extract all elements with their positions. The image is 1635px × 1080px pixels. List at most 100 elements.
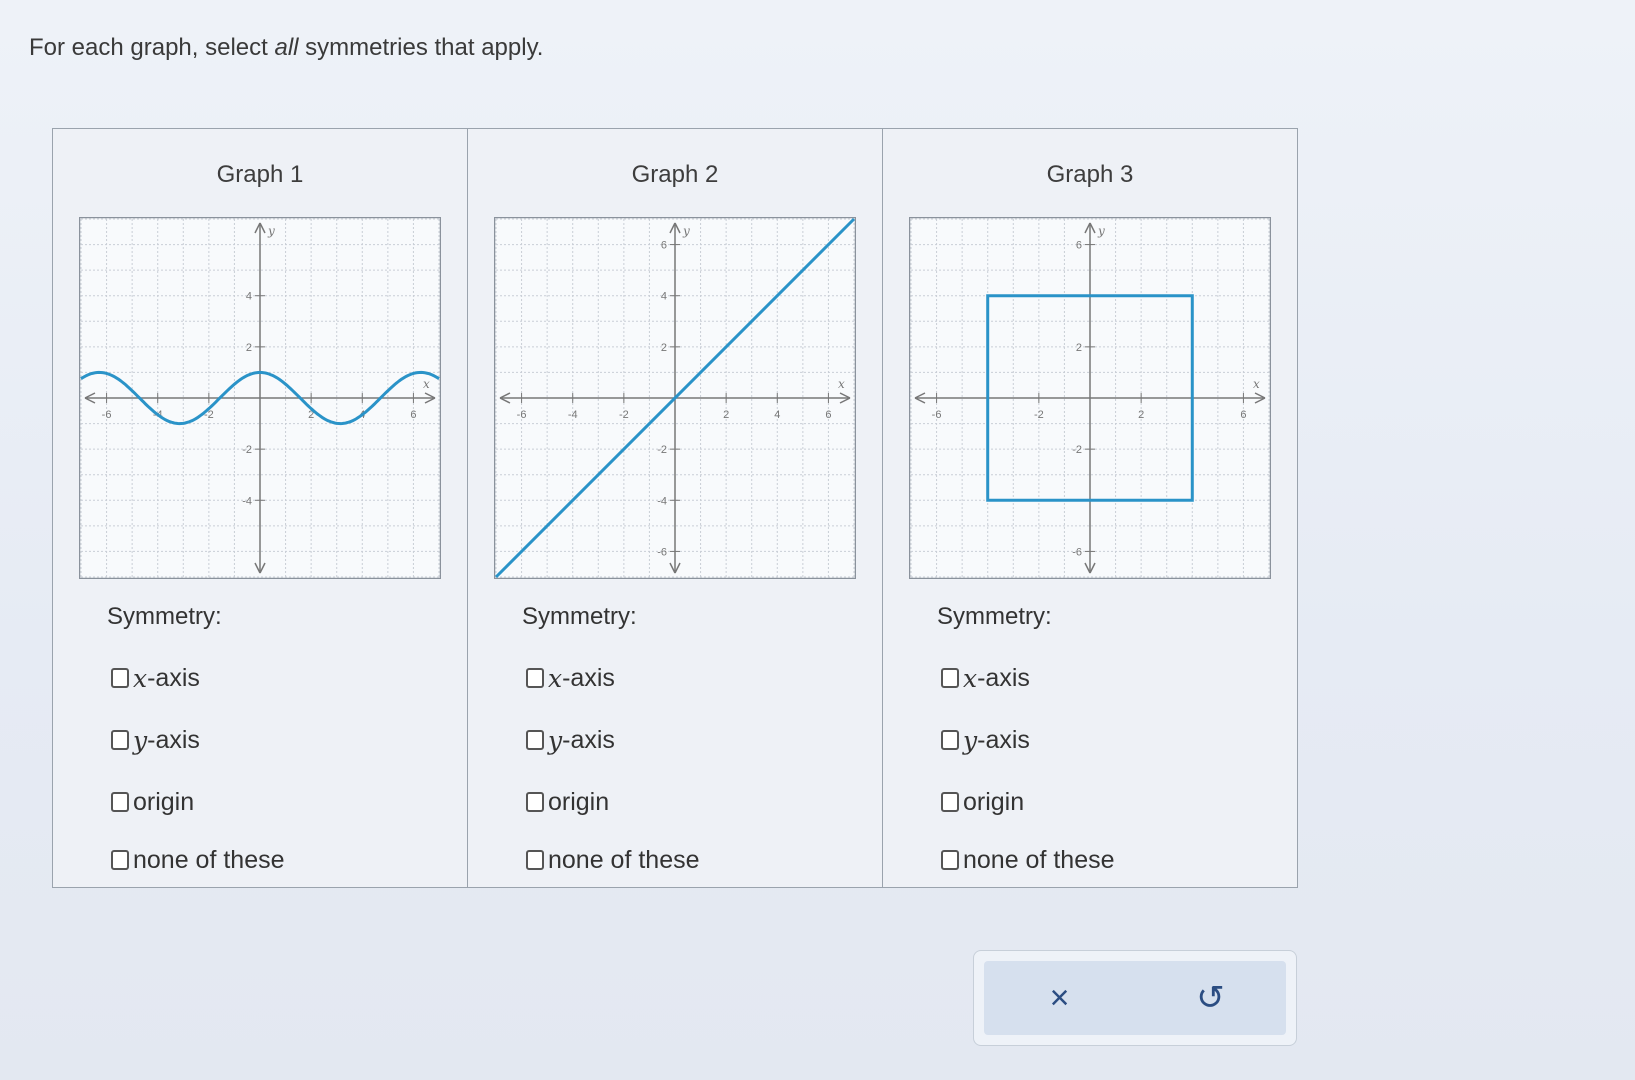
checkbox[interactable] [526,850,544,870]
y-axis-label: y [682,224,690,238]
checkbox[interactable] [526,730,544,750]
option-y-axis[interactable]: y -axis [941,723,1115,757]
instruction-before: For each graph, select [29,34,275,61]
symmetry-options: x -axis y -axis origin none of these [526,661,700,905]
checkbox[interactable] [941,730,959,750]
x-tick-label: -4 [568,409,578,421]
x-tick-label: 6 [1240,409,1246,421]
option-origin[interactable]: origin [941,785,1115,819]
x-tick-label: 2 [723,409,729,421]
checkbox[interactable] [111,792,129,812]
y-axis-label: y [267,224,275,238]
option-var: y [133,725,148,755]
graph-2-svg: -6 -4 -2 2 4 6 6 4 2 -2 -4 -6 x y [494,217,856,579]
instruction-emphasis: all [274,34,299,61]
instruction-after: symmetries that apply. [298,34,544,61]
option-label: -axis [977,725,1030,754]
graph-panel-1: Graph 1 -6 -4 -2 2 4 6 4 2 -2 -4 x y Symmetry: x -ax… [53,129,468,887]
option-var: y [963,725,978,755]
option-none[interactable]: none of these [526,843,700,877]
checkbox[interactable] [526,792,544,812]
y-tick-label: 4 [246,291,252,303]
y-tick-label: -4 [242,495,252,507]
graph-title: Graph 1 [216,161,304,188]
x-axis-label: x [838,377,845,391]
checkbox[interactable] [941,792,959,812]
symmetry-label: Symmetry: [522,603,637,630]
y-tick-label: -6 [1072,546,1082,558]
option-label: none of these [548,845,700,874]
graph-3-svg: -6 -2 2 6 6 2 -2 -6 x y [909,217,1271,579]
option-label: -axis [562,725,615,754]
y-axis-label: y [1097,224,1105,238]
close-icon: × [1049,978,1070,1017]
y-tick-label: -2 [657,444,667,456]
symmetry-options: x -axis y -axis origin none of these [941,661,1115,905]
symmetry-label: Symmetry: [937,603,1052,630]
x-axis-label: x [423,377,430,391]
x-tick-label: 4 [774,409,780,421]
y-tick-label: 4 [661,291,667,303]
option-none[interactable]: none of these [111,843,285,877]
y-tick-label: -4 [657,495,667,507]
option-x-axis[interactable]: x -axis [941,661,1115,695]
option-var: x [963,663,978,693]
graph-1-plot: -6 -4 -2 2 4 6 4 2 -2 -4 x y [79,217,441,579]
option-origin[interactable]: origin [111,785,285,819]
graph-2-plot: -6 -4 -2 2 4 6 6 4 2 -2 -4 -6 x y [494,217,856,579]
option-x-axis[interactable]: x -axis [526,661,700,695]
option-label: -axis [147,725,200,754]
x-tick-label: -6 [517,409,527,421]
graph-title: Graph 3 [1046,161,1134,188]
x-tick-label: 2 [1138,409,1144,421]
checkbox[interactable] [941,668,959,688]
graph-3-plot: -6 -2 2 6 6 2 -2 -6 x y [909,217,1271,579]
undo-button[interactable]: ↺ [1171,968,1251,1028]
checkbox[interactable] [111,668,129,688]
x-axis-label: x [1253,377,1260,391]
checkbox[interactable] [941,850,959,870]
graph-title: Graph 2 [631,161,719,188]
x-tick-label: 6 [825,409,831,421]
graph-1-svg: -6 -4 -2 2 4 642-2-4xy [79,217,441,579]
graph-panel-2: Graph 2 -6 -4 -2 2 4 6 6 4 2 -2 -4 -6 x y Symmetry: x… [468,129,883,887]
option-origin[interactable]: origin [526,785,700,819]
y-tick-label: -2 [242,444,252,456]
y-tick-label: -2 [1072,444,1082,456]
y-tick-label: 2 [1076,342,1082,354]
y-tick-label: 6 [661,240,667,252]
undo-icon: ↺ [1196,979,1225,1017]
clear-button[interactable]: × [1020,968,1100,1028]
option-none[interactable]: none of these [941,843,1115,877]
option-y-axis[interactable]: y -axis [526,723,700,757]
x-tick-label: -2 [1034,409,1044,421]
x-tick-label: 6 [410,409,416,421]
option-label: origin [963,787,1025,816]
graph-panels: Graph 1 -6 -4 -2 2 4 6 4 2 -2 -4 x y Symmetry: x -ax… [52,128,1298,888]
x-tick-label: -6 [102,409,112,421]
option-label: -axis [977,663,1030,692]
option-label: -axis [147,663,200,692]
x-tick-label: -2 [619,409,629,421]
instruction-text: For each graph, select all symmetries th… [29,34,543,62]
option-x-axis[interactable]: x -axis [111,661,285,695]
option-label: none of these [963,845,1115,874]
toolbar-inner: × ↺ [984,961,1286,1035]
option-label: none of these [133,845,285,874]
checkbox[interactable] [111,730,129,750]
option-var: y [548,725,563,755]
symmetry-label: Symmetry: [107,603,222,630]
option-label: origin [548,787,610,816]
y-tick-label: 2 [246,342,252,354]
checkbox[interactable] [111,850,129,870]
option-label: origin [133,787,195,816]
y-tick-label: 6 [1076,240,1082,252]
option-label: -axis [562,663,615,692]
checkbox[interactable] [526,668,544,688]
x-tick-label: -6 [932,409,942,421]
option-var: x [133,663,148,693]
option-var: x [548,663,563,693]
option-y-axis[interactable]: y -axis [111,723,285,757]
graph-panel-3: Graph 3 -6 -2 2 6 6 2 -2 -6 x y Symmetry: x -axis … [883,129,1297,887]
y-tick-label: 2 [661,342,667,354]
